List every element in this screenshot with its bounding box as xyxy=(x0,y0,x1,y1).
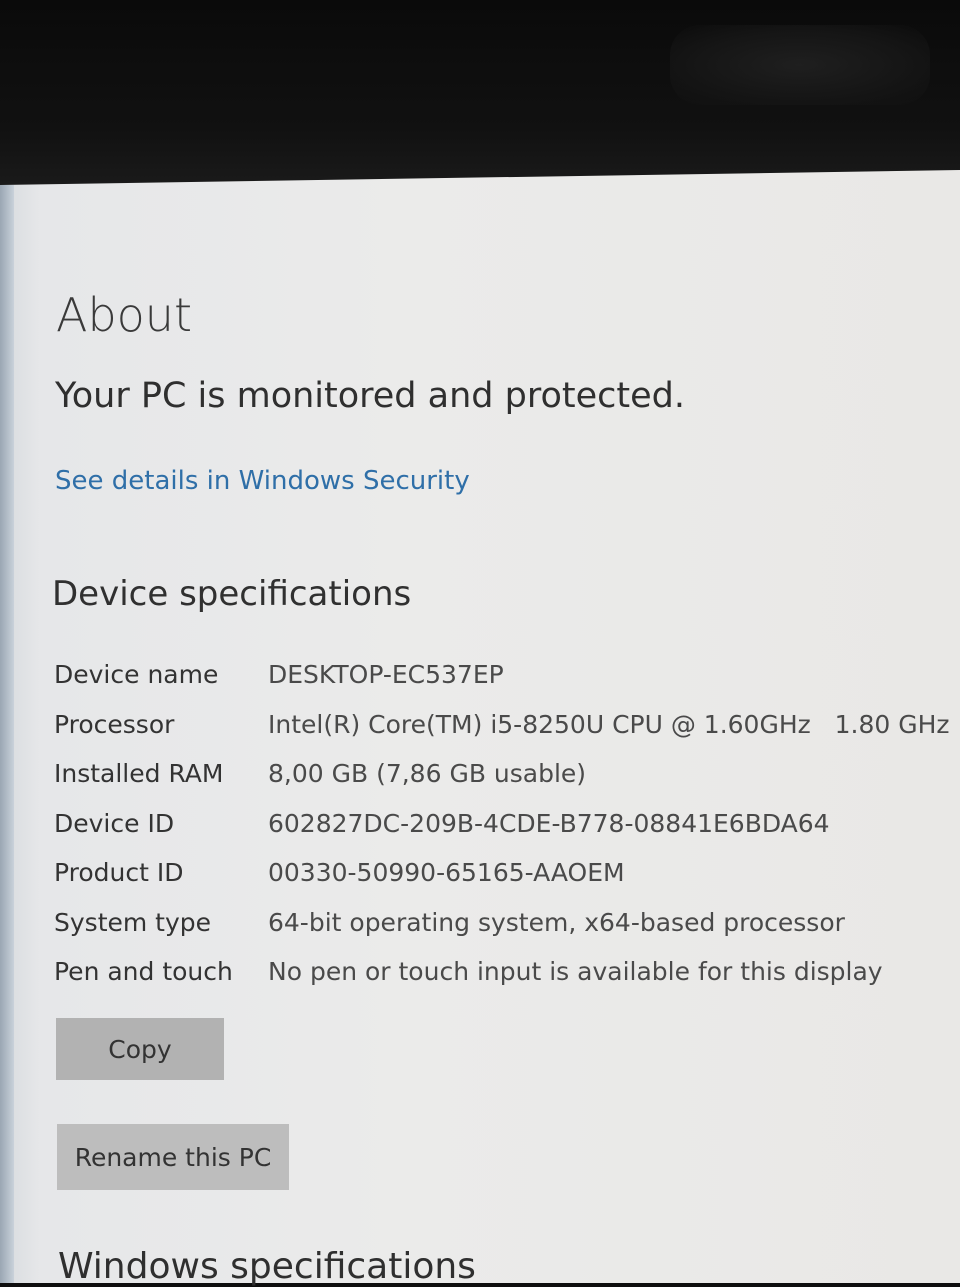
spec-label: Processor xyxy=(54,709,175,739)
spec-value: 8,00 GB (7,86 GB usable) xyxy=(268,759,587,788)
spec-row-product-id: Product ID 00330-50990-65165-AAOEM xyxy=(54,858,934,908)
spec-value: 00330-50990-65165-AAOEM xyxy=(268,858,625,887)
spec-label: Installed RAM xyxy=(54,759,224,788)
spec-value: Intel(R) Core(TM) i5-8250U CPU @ 1.60GHz… xyxy=(268,709,950,739)
spec-label: System type xyxy=(54,907,212,937)
spec-row-device-id: Device ID 602827DC-209B-4CDE-B778-08841E… xyxy=(54,809,934,859)
page-title: About xyxy=(56,288,193,342)
spec-label: Pen and touch xyxy=(54,957,233,986)
spec-row-pen-and-touch: Pen and touch No pen or touch input is a… xyxy=(54,957,934,1007)
rename-pc-button[interactable]: Rename this PC xyxy=(57,1124,289,1190)
spec-value: 602827DC-209B-4CDE-B778-08841E6BDA64 xyxy=(268,808,830,838)
spec-value: No pen or touch input is available for t… xyxy=(268,957,883,986)
spec-row-device-name: Device name DESKTOP-EC537EP xyxy=(54,660,934,710)
spec-label: Product ID xyxy=(54,858,184,887)
spec-label: Device name xyxy=(54,660,219,689)
protection-status-text: Your PC is monitored and protected. xyxy=(55,376,685,416)
spec-value: DESKTOP-EC537EP xyxy=(268,660,504,689)
windows-specifications-heading: Windows specifications xyxy=(58,1246,476,1287)
spec-row-installed-ram: Installed RAM 8,00 GB (7,86 GB usable) xyxy=(54,759,934,809)
copy-button[interactable]: Copy xyxy=(56,1018,224,1080)
windows-security-link[interactable]: See details in Windows Security xyxy=(55,466,470,496)
device-specifications-table: Device name DESKTOP-EC537EP Processor In… xyxy=(54,660,950,1007)
spec-label: Device ID xyxy=(54,808,175,838)
device-specifications-heading: Device specifications xyxy=(52,574,412,614)
spec-row-processor: Processor Intel(R) Core(TM) i5-8250U CPU… xyxy=(54,709,950,760)
spec-row-system-type: System type 64-bit operating system, x64… xyxy=(54,908,934,958)
about-page: About Your PC is monitored and protected… xyxy=(0,0,960,1287)
spec-value: 64-bit operating system, x64-based proce… xyxy=(268,907,845,937)
